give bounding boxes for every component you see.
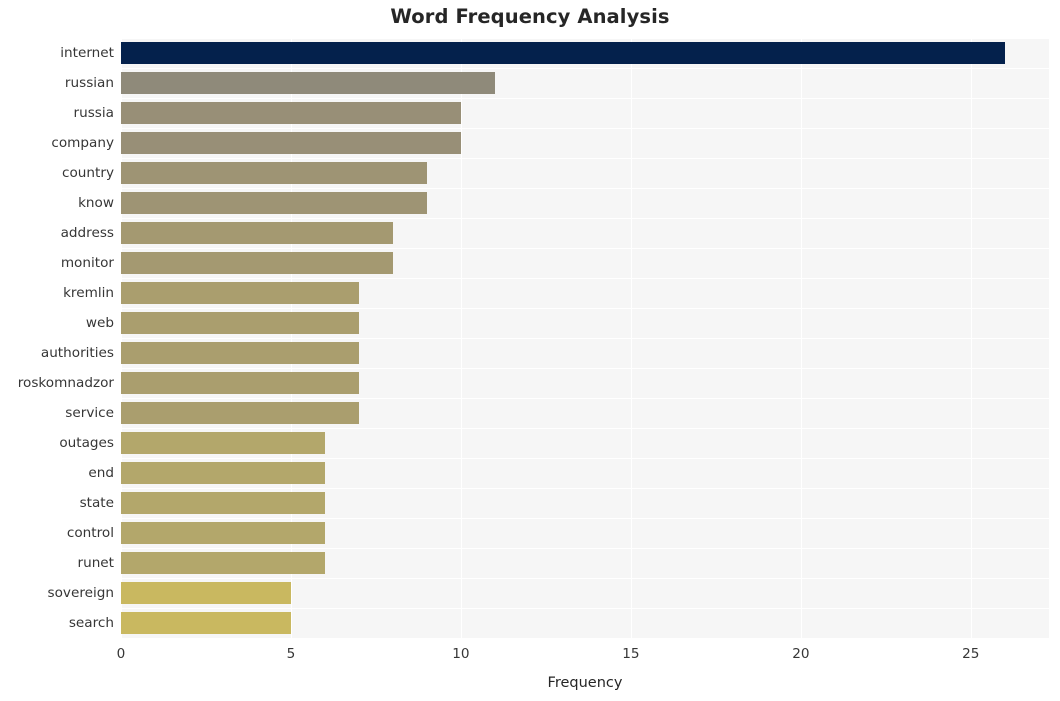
bar bbox=[121, 312, 359, 334]
y-axis-tick-label: runet bbox=[77, 555, 114, 571]
horizontal-gridline bbox=[121, 548, 1049, 550]
y-axis-tick-label: roskomnadzor bbox=[17, 375, 114, 391]
horizontal-gridline bbox=[121, 248, 1049, 250]
bar bbox=[121, 372, 359, 394]
bar bbox=[121, 402, 359, 424]
horizontal-gridline bbox=[121, 38, 1049, 40]
y-axis-tick-label: control bbox=[66, 525, 114, 541]
y-axis-tick-label: internet bbox=[60, 45, 114, 61]
bar bbox=[121, 42, 1005, 64]
horizontal-gridline bbox=[121, 458, 1049, 460]
horizontal-gridline bbox=[121, 368, 1049, 370]
word-frequency-chart-figure: Word Frequency Analysis internet russian r… bbox=[0, 0, 1060, 701]
bar bbox=[121, 192, 427, 214]
horizontal-gridline bbox=[121, 308, 1049, 310]
y-axis-tick-label: address bbox=[60, 225, 114, 241]
x-axis-tick-labels: 0 5 10 15 20 25 bbox=[0, 646, 1060, 666]
x-axis-label: Frequency bbox=[547, 675, 623, 691]
y-axis-tick-label: search bbox=[68, 615, 114, 631]
y-axis-tick-label: monitor bbox=[60, 255, 114, 271]
plot-area bbox=[121, 38, 1049, 638]
y-axis-tick-label: know bbox=[78, 195, 114, 211]
horizontal-gridline bbox=[121, 128, 1049, 130]
y-axis-tick-label: company bbox=[51, 135, 114, 151]
bar bbox=[121, 102, 461, 124]
horizontal-gridline bbox=[121, 608, 1049, 610]
y-axis-tick-label: state bbox=[79, 495, 114, 511]
x-axis-tick-label: 5 bbox=[286, 646, 296, 662]
bar bbox=[121, 492, 325, 514]
x-axis-tick-label: 25 bbox=[962, 646, 980, 662]
y-axis-tick-label: kremlin bbox=[63, 285, 114, 301]
horizontal-gridline bbox=[121, 188, 1049, 190]
horizontal-gridline bbox=[121, 338, 1049, 340]
y-axis-tick-label: web bbox=[85, 315, 114, 331]
y-axis-tick-label: country bbox=[62, 165, 114, 181]
horizontal-gridline bbox=[121, 488, 1049, 490]
y-axis-tick-label: end bbox=[88, 465, 114, 481]
y-axis-tick-label: service bbox=[65, 405, 114, 421]
bar bbox=[121, 432, 325, 454]
horizontal-gridline bbox=[121, 278, 1049, 280]
y-axis-tick-label: outages bbox=[59, 435, 114, 451]
bar bbox=[121, 72, 495, 94]
y-axis-tick-label: sovereign bbox=[47, 585, 114, 601]
horizontal-gridline bbox=[121, 398, 1049, 400]
bar bbox=[121, 522, 325, 544]
bar bbox=[121, 582, 291, 604]
horizontal-gridline bbox=[121, 578, 1049, 580]
bar bbox=[121, 222, 393, 244]
bar bbox=[121, 462, 325, 484]
x-axis-tick-label: 0 bbox=[116, 646, 126, 662]
y-axis-tick-labels: internet russian russia company country know a… bbox=[0, 38, 114, 638]
x-axis-tick-label: 15 bbox=[622, 646, 640, 662]
bar bbox=[121, 132, 461, 154]
bar bbox=[121, 252, 393, 274]
bar bbox=[121, 282, 359, 304]
bar bbox=[121, 162, 427, 184]
y-axis-tick-label: russia bbox=[73, 105, 114, 121]
y-axis-tick-label: authorities bbox=[40, 345, 114, 361]
chart-title: Word Frequency Analysis bbox=[390, 5, 670, 28]
y-axis-tick-label: russian bbox=[64, 75, 114, 91]
x-axis-tick-label: 20 bbox=[792, 646, 810, 662]
horizontal-gridline bbox=[121, 158, 1049, 160]
bar bbox=[121, 552, 325, 574]
x-axis-tick-label: 10 bbox=[452, 646, 470, 662]
bar bbox=[121, 612, 291, 634]
horizontal-gridline bbox=[121, 218, 1049, 220]
horizontal-gridline bbox=[121, 98, 1049, 100]
horizontal-gridline bbox=[121, 518, 1049, 520]
horizontal-gridline bbox=[121, 428, 1049, 430]
bar bbox=[121, 342, 359, 364]
horizontal-gridline bbox=[121, 68, 1049, 70]
